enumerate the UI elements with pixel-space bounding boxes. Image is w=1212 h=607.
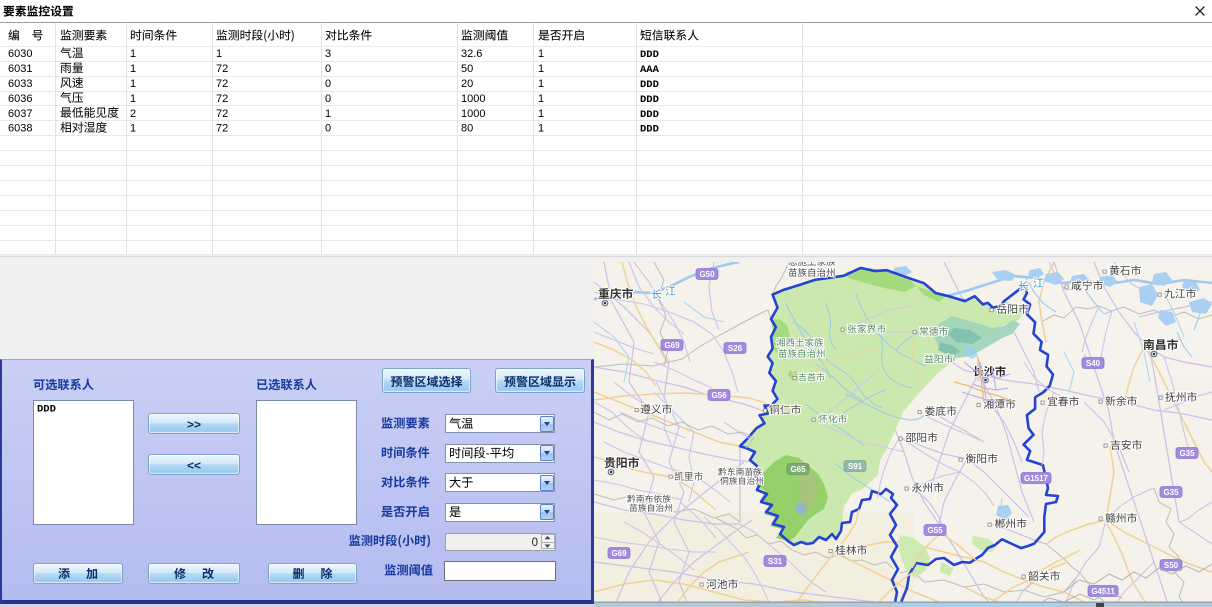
svg-text:1: 1 <box>130 78 136 90</box>
svg-text:6031: 6031 <box>8 63 32 75</box>
svg-text:DDD: DDD <box>640 49 659 61</box>
svg-text:1: 1 <box>216 48 222 60</box>
svg-text:<<: << <box>187 459 201 473</box>
svg-text:72: 72 <box>216 63 228 75</box>
svg-text:1: 1 <box>538 123 544 135</box>
svg-text:6038: 6038 <box>8 123 32 135</box>
svg-text:1: 1 <box>538 63 544 75</box>
svg-text:DDD: DDD <box>640 94 659 106</box>
svg-text:1: 1 <box>538 78 544 90</box>
svg-text:1: 1 <box>130 48 136 60</box>
svg-text:0: 0 <box>325 93 331 105</box>
svg-text:72: 72 <box>216 78 228 90</box>
svg-text:>>: >> <box>187 418 201 432</box>
svg-text:50: 50 <box>461 63 473 75</box>
svg-text:0: 0 <box>325 78 331 90</box>
svg-text:1: 1 <box>538 93 544 105</box>
svg-text:DDD: DDD <box>640 79 659 91</box>
svg-text:72: 72 <box>216 108 228 120</box>
svg-text:0: 0 <box>532 537 538 549</box>
svg-text:DDD: DDD <box>640 124 659 136</box>
svg-text:1000: 1000 <box>461 93 485 105</box>
svg-text:1: 1 <box>538 48 544 60</box>
svg-text:AAA: AAA <box>640 64 660 76</box>
svg-text:1: 1 <box>130 123 136 135</box>
svg-text:20: 20 <box>461 78 473 90</box>
svg-text:DDD: DDD <box>37 404 56 416</box>
svg-text:1000: 1000 <box>461 108 485 120</box>
svg-text:6037: 6037 <box>8 108 32 120</box>
svg-text:6036: 6036 <box>8 93 32 105</box>
svg-text:80: 80 <box>461 123 473 135</box>
svg-text:0: 0 <box>325 63 331 75</box>
svg-text:1: 1 <box>538 108 544 120</box>
svg-text:0: 0 <box>325 123 331 135</box>
svg-text:2: 2 <box>130 108 136 120</box>
svg-text:6033: 6033 <box>8 78 32 90</box>
svg-text:32.6: 32.6 <box>461 48 482 60</box>
svg-text:72: 72 <box>216 93 228 105</box>
svg-text:1: 1 <box>130 63 136 75</box>
svg-text:72: 72 <box>216 123 228 135</box>
svg-text:3: 3 <box>325 48 331 60</box>
svg-text:6030: 6030 <box>8 48 32 60</box>
svg-text:1: 1 <box>130 93 136 105</box>
svg-text:DDD: DDD <box>640 109 659 121</box>
svg-text:1: 1 <box>325 108 331 120</box>
